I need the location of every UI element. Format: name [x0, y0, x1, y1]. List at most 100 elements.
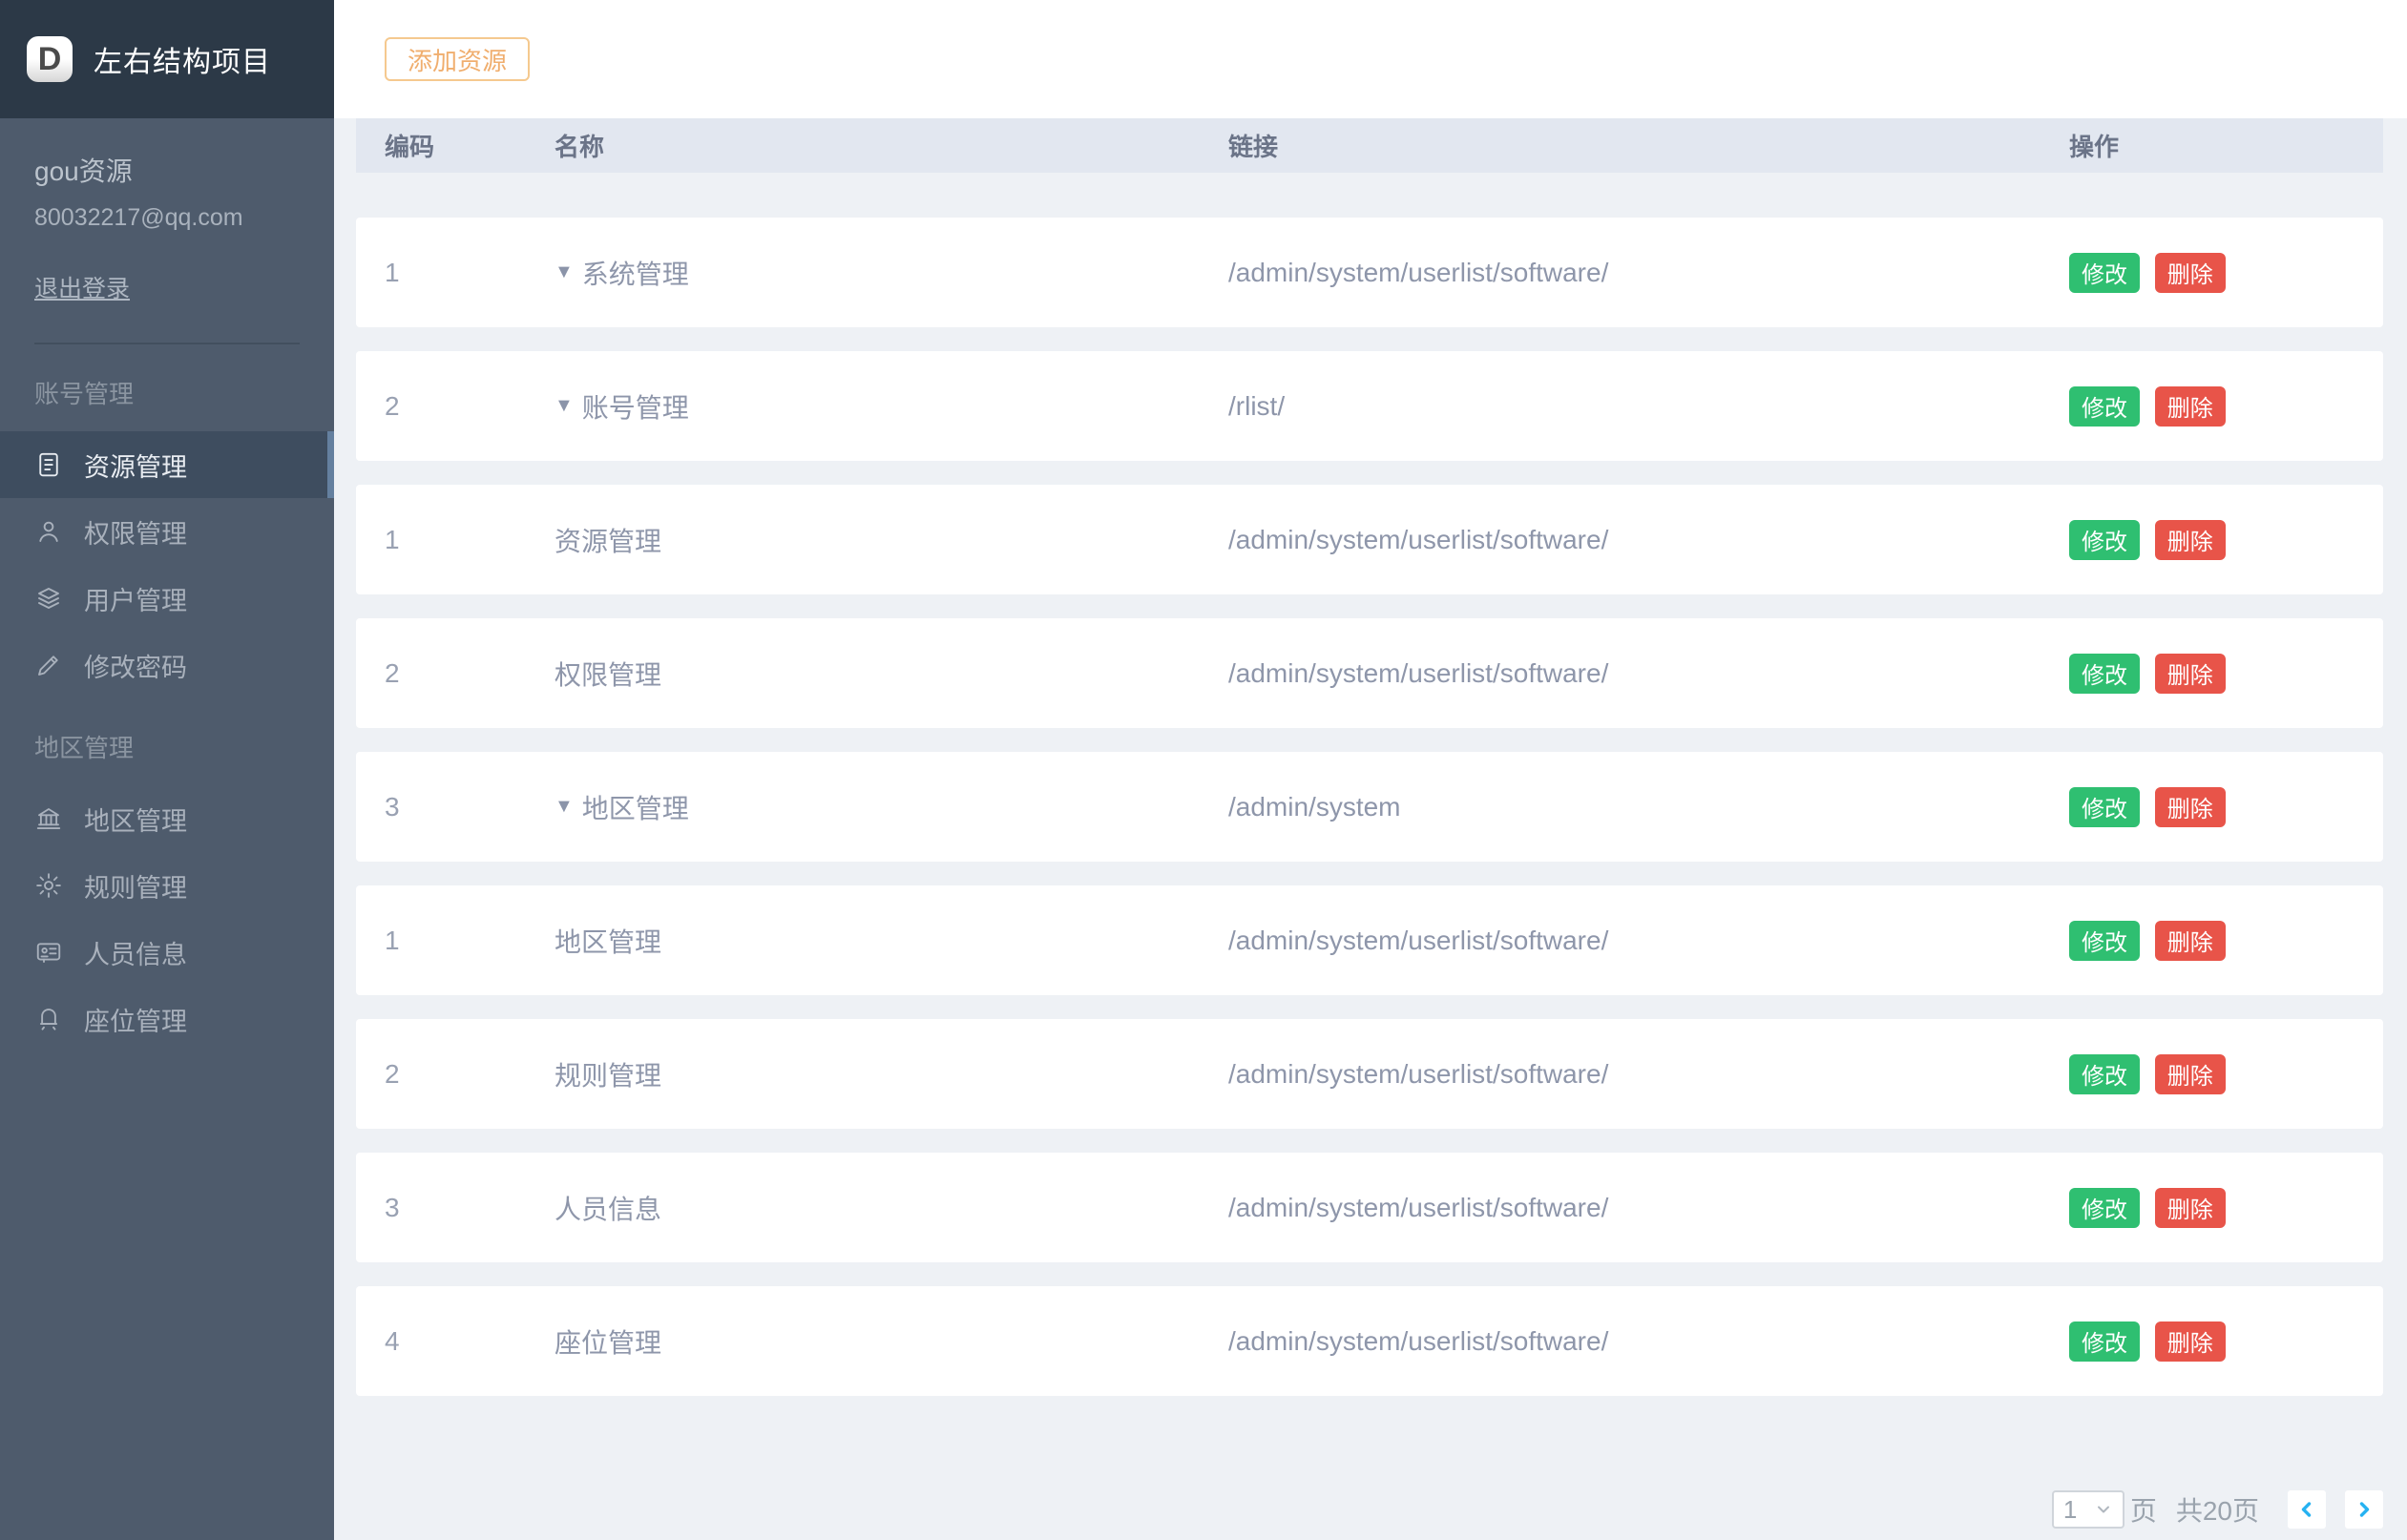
row-name: 座位管理	[555, 1322, 1228, 1361]
add-resource-button[interactable]: 添加资源	[385, 37, 530, 81]
row-name-label: 权限管理	[555, 655, 661, 693]
caret-down-icon: ▼	[555, 395, 574, 417]
sidebar-item-personnel-info[interactable]: 人员信息	[0, 919, 334, 986]
row-name-label: 规则管理	[555, 1055, 661, 1093]
sidebar-item-label: 地区管理	[84, 801, 187, 838]
edit-button[interactable]: 修改	[2069, 787, 2140, 827]
caret-down-icon: ▼	[555, 796, 574, 818]
col-header-name: 名称	[555, 128, 1228, 163]
row-code: 3	[385, 1193, 555, 1223]
row-name[interactable]: ▼ 系统管理	[555, 254, 1228, 292]
id-card-icon	[34, 938, 63, 967]
table-row: 3 人员信息 /admin/system/userlist/software/ …	[356, 1153, 2383, 1262]
sidebar-item-resource-management[interactable]: 资源管理	[0, 431, 334, 498]
edit-button[interactable]: 修改	[2069, 1321, 2140, 1362]
row-code: 1	[385, 525, 555, 555]
row-link: /rlist/	[1228, 391, 2069, 422]
sidebar-section-title-region: 地区管理	[0, 698, 334, 785]
delete-button[interactable]: 删除	[2155, 520, 2226, 560]
bell-icon	[34, 1005, 63, 1033]
pagination: 1 页 共20页	[356, 1490, 2383, 1529]
app-logo: D	[27, 36, 73, 82]
row-code: 1	[385, 926, 555, 956]
edit-button[interactable]: 修改	[2069, 253, 2140, 293]
col-header-actions: 操作	[2069, 128, 2383, 163]
row-name[interactable]: ▼ 地区管理	[555, 788, 1228, 826]
sidebar-section-title-account: 账号管理	[0, 344, 334, 431]
table-row: 1 地区管理 /admin/system/userlist/software/ …	[356, 885, 2383, 995]
page-unit-label: 页	[2130, 1490, 2157, 1529]
user-email: 80032217@qq.com	[34, 204, 300, 232]
row-link: /admin/system/userlist/software/	[1228, 525, 2069, 555]
edit-button[interactable]: 修改	[2069, 1188, 2140, 1228]
table-row: 3 ▼ 地区管理 /admin/system 修改 删除	[356, 752, 2383, 862]
table-row: 2 规则管理 /admin/system/userlist/software/ …	[356, 1019, 2383, 1129]
total-pages-label: 共20页	[2176, 1490, 2259, 1529]
delete-button[interactable]: 删除	[2155, 654, 2226, 694]
row-name-label: 资源管理	[555, 521, 661, 559]
row-code: 1	[385, 258, 555, 288]
sidebar-item-label: 座位管理	[84, 1001, 187, 1038]
delete-button[interactable]: 删除	[2155, 1054, 2226, 1094]
row-name[interactable]: ▼账号管理	[555, 387, 1228, 426]
prev-page-button[interactable]	[2288, 1490, 2326, 1529]
layers-icon	[34, 584, 63, 613]
row-name: 规则管理	[555, 1055, 1228, 1093]
sidebar-item-label: 用户管理	[84, 580, 187, 617]
page-select[interactable]: 1	[2052, 1490, 2124, 1529]
sidebar-item-change-password[interactable]: 修改密码	[0, 632, 334, 698]
table-row: 2 ▼账号管理 /rlist/ 修改 删除	[356, 351, 2383, 461]
sidebar-item-permission-management[interactable]: 权限管理	[0, 498, 334, 565]
caret-down-icon: ▼	[555, 261, 574, 283]
row-name: 资源管理	[555, 521, 1228, 559]
bank-icon	[34, 804, 63, 833]
chevron-right-icon	[2353, 1498, 2376, 1521]
row-link: /admin/system/userlist/software/	[1228, 1193, 2069, 1223]
edit-button[interactable]: 修改	[2069, 654, 2140, 694]
sidebar-item-user-management[interactable]: 用户管理	[0, 565, 334, 632]
row-name: 权限管理	[555, 655, 1228, 693]
table-header: 编码 名称 链接 操作	[356, 118, 2383, 173]
app-title: 左右结构项目	[94, 38, 271, 80]
row-name-label: 系统管理	[582, 254, 689, 292]
row-name-label: 地区管理	[582, 788, 689, 826]
row-code: 4	[385, 1326, 555, 1357]
row-code: 2	[385, 658, 555, 689]
topbar: 添加资源	[334, 0, 2407, 118]
chevron-left-icon	[2295, 1498, 2318, 1521]
row-link: /admin/system	[1228, 792, 2069, 822]
row-name-label: 地区管理	[555, 922, 661, 960]
pen-icon	[34, 651, 63, 679]
delete-button[interactable]: 删除	[2155, 921, 2226, 961]
content-area: 编码 名称 链接 操作 1 ▼ 系统管理 /admin/system/userli…	[334, 118, 2407, 1540]
edit-button[interactable]: 修改	[2069, 386, 2140, 427]
next-page-button[interactable]	[2345, 1490, 2383, 1529]
delete-button[interactable]: 删除	[2155, 1188, 2226, 1228]
table-row: 1 资源管理 /admin/system/userlist/software/ …	[356, 485, 2383, 594]
edit-button[interactable]: 修改	[2069, 921, 2140, 961]
edit-button[interactable]: 修改	[2069, 1054, 2140, 1094]
delete-button[interactable]: 删除	[2155, 253, 2226, 293]
row-code: 2	[385, 1059, 555, 1090]
edit-button[interactable]: 修改	[2069, 520, 2140, 560]
user-block: gou资源 80032217@qq.com 退出登录	[0, 118, 334, 344]
page-select-value: 1	[2063, 1495, 2077, 1525]
delete-button[interactable]: 删除	[2155, 787, 2226, 827]
sidebar-item-label: 修改密码	[84, 647, 187, 684]
logout-link[interactable]: 退出登录	[34, 270, 130, 304]
sidebar-item-label: 规则管理	[84, 867, 187, 905]
sidebar-header: D 左右结构项目	[0, 0, 334, 118]
sidebar-item-seat-management[interactable]: 座位管理	[0, 986, 334, 1052]
row-code: 2	[385, 391, 555, 422]
sidebar-item-rule-management[interactable]: 规则管理	[0, 852, 334, 919]
row-link: /admin/system/userlist/software/	[1228, 658, 2069, 689]
delete-button[interactable]: 删除	[2155, 1321, 2226, 1362]
logo-letter: D	[38, 41, 62, 78]
gear-icon	[34, 871, 63, 900]
sidebar-item-label: 人员信息	[84, 934, 187, 971]
row-code: 3	[385, 792, 555, 822]
delete-button[interactable]: 删除	[2155, 386, 2226, 427]
sidebar-item-label: 权限管理	[84, 513, 187, 551]
sidebar-item-region-management[interactable]: 地区管理	[0, 785, 334, 852]
col-header-code: 编码	[385, 128, 555, 163]
